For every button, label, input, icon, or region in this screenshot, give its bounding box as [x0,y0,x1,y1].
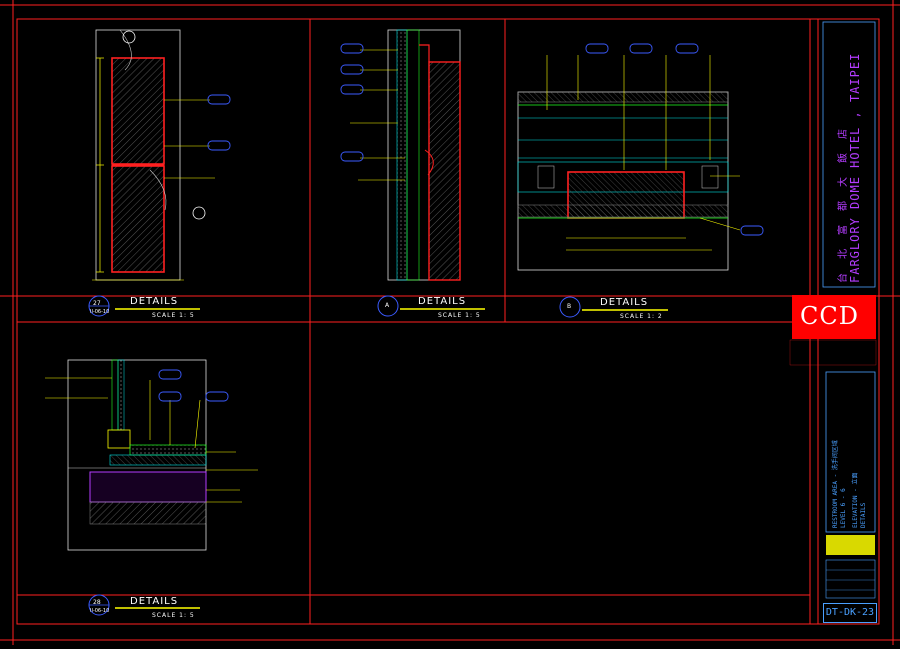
detail-b-scale: SCALE 1: 2 [620,313,663,320]
detail-a-id: A [385,302,390,309]
cad-drawing [0,0,900,645]
detail-28-sub: II-06-10 [90,608,110,614]
detail-28-drawing [45,359,258,551]
hotel-name-en: FARGLORY DOME HOTEL , TAIPEI [848,52,862,283]
area-label: RESTROOM AREA - 洗手间区域 [832,440,839,528]
detail-a-scale: SCALE 1: 5 [438,312,481,319]
detail-28-scale: SCALE 1: 5 [152,612,195,619]
detail-a-drawing [340,29,461,281]
detail-a-title: DETAILS [418,296,467,307]
detail-b-id: B [567,303,572,310]
detail-27-sub: II-06-10 [90,309,110,315]
detail-28-title: DETAILS [130,596,179,607]
detail-28-id: 28 [93,599,101,606]
company-logo-text: CCD [800,302,859,330]
hotel-name-cn: 台 北 富 都 大 飯 店 [838,127,849,283]
elevation-label: ELEVATION - 立面 [852,472,859,528]
level-label: LEVEL 6 - 6 [840,488,847,528]
sheet-number: DT-DK-23 [823,603,877,623]
detail-27-id: 27 [93,300,101,307]
drawing-sheet [0,0,900,645]
detail-27-scale: SCALE 1: 5 [152,312,195,319]
sheet-kind-label: DETAILS [860,502,867,528]
company-logo: CCD [792,295,876,339]
detail-27-drawing [92,29,231,281]
detail-b-title: DETAILS [600,297,649,308]
detail-b-drawing [517,43,764,271]
detail-27-title: DETAILS [130,296,179,307]
